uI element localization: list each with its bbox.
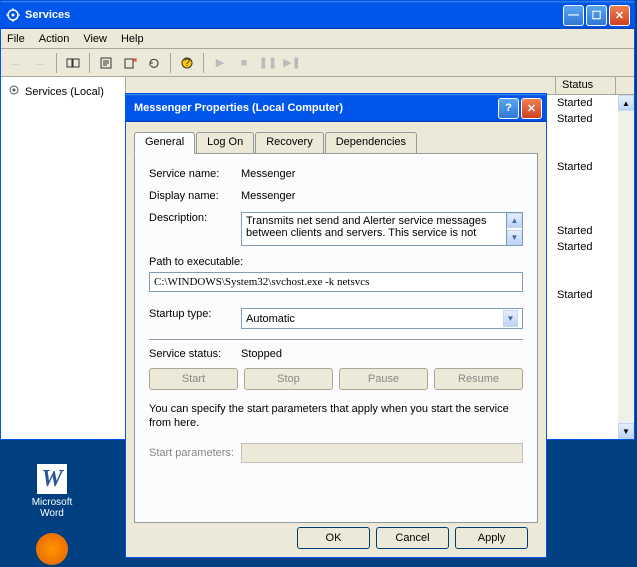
svg-text:?: ?	[184, 57, 190, 69]
back-button[interactable]: ←	[5, 52, 27, 74]
separator	[89, 53, 90, 73]
label-display-name: Display name:	[149, 190, 241, 202]
tab-recovery[interactable]: Recovery	[255, 132, 323, 153]
tree-pane: Services (Local)	[1, 77, 126, 439]
tool-show-hide[interactable]	[62, 52, 84, 74]
value-display-name: Messenger	[241, 190, 523, 202]
cancel-button[interactable]: Cancel	[376, 527, 449, 549]
chevron-down-icon: ▼	[503, 310, 518, 327]
scroll-track[interactable]	[618, 111, 634, 423]
tool-play[interactable]: ▶	[209, 52, 231, 74]
menu-action[interactable]: Action	[39, 33, 70, 45]
value-service-name: Messenger	[241, 168, 523, 180]
path-input[interactable]	[149, 272, 523, 292]
tab-logon[interactable]: Log On	[196, 132, 254, 153]
apply-button[interactable]: Apply	[455, 527, 528, 549]
firefox-icon	[36, 533, 68, 565]
stop-button[interactable]: Stop	[244, 368, 333, 390]
close-button[interactable]: ✕	[609, 5, 630, 26]
tab-content: Service name: Messenger Display name: Me…	[134, 153, 538, 523]
tool-export[interactable]	[119, 52, 141, 74]
forward-button[interactable]: →	[29, 52, 51, 74]
label-service-name: Service name:	[149, 168, 241, 180]
tool-restart[interactable]: ▶❚	[281, 52, 303, 74]
dialog-title: Messenger Properties (Local Computer)	[130, 102, 498, 114]
help-text: You can specify the start parameters tha…	[149, 402, 523, 431]
services-titlebar[interactable]: Services — ☐ ✕	[1, 1, 634, 29]
tool-stop[interactable]: ■	[233, 52, 255, 74]
scroll-down-icon[interactable]: ▼	[507, 230, 522, 245]
ok-button[interactable]: OK	[297, 527, 370, 549]
word-icon: W	[36, 463, 68, 495]
startup-type-select[interactable]: Automatic ▼	[241, 308, 523, 329]
scroll-up-icon[interactable]: ▲	[507, 213, 522, 228]
divider	[149, 339, 523, 340]
col-spacer	[126, 77, 556, 94]
resume-button[interactable]: Resume	[434, 368, 523, 390]
minimize-button[interactable]: —	[563, 5, 584, 26]
pause-button[interactable]: Pause	[339, 368, 428, 390]
menubar: File Action View Help	[1, 29, 634, 49]
tool-pause[interactable]: ❚❚	[257, 52, 279, 74]
label-path: Path to executable:	[149, 256, 523, 268]
value-service-status: Stopped	[241, 348, 523, 360]
separator	[203, 53, 204, 73]
description-scrollbar[interactable]: ▲ ▼	[507, 212, 523, 246]
tree-item-label: Services (Local)	[25, 86, 104, 98]
maximize-button[interactable]: ☐	[586, 5, 607, 26]
desktop-icon-label: Microsoft Word	[22, 497, 82, 519]
menu-file[interactable]: File	[7, 33, 25, 45]
desktop-icon-firefox[interactable]	[22, 533, 82, 567]
separator	[56, 53, 57, 73]
tabs: General Log On Recovery Dependencies	[134, 132, 538, 153]
services-title: Services	[25, 9, 563, 21]
vertical-scrollbar[interactable]: ▲ ▼	[618, 95, 634, 439]
label-startup-type: Startup type:	[149, 308, 241, 320]
dialog-titlebar[interactable]: Messenger Properties (Local Computer) ? …	[126, 94, 546, 122]
menu-help[interactable]: Help	[121, 33, 144, 45]
tab-dependencies[interactable]: Dependencies	[325, 132, 417, 153]
scroll-down-button[interactable]: ▼	[618, 423, 634, 439]
help-button[interactable]: ?	[498, 98, 519, 119]
tree-item-services-local[interactable]: Services (Local)	[5, 81, 121, 102]
tool-properties[interactable]	[95, 52, 117, 74]
label-start-parameters: Start parameters:	[149, 447, 241, 459]
description-box[interactable]: Transmits net send and Alerter service m…	[241, 212, 507, 246]
start-button[interactable]: Start	[149, 368, 238, 390]
col-status[interactable]: Status	[556, 77, 616, 94]
scroll-up-button[interactable]: ▲	[618, 95, 634, 111]
separator	[170, 53, 171, 73]
startup-type-value: Automatic	[246, 313, 295, 325]
desktop-icon-word[interactable]: W Microsoft Word	[22, 463, 82, 519]
services-icon	[5, 7, 21, 23]
label-description: Description:	[149, 212, 241, 224]
gear-icon	[7, 83, 21, 100]
tool-refresh[interactable]	[143, 52, 165, 74]
label-service-status: Service status:	[149, 348, 241, 360]
dialog-close-button[interactable]: ✕	[521, 98, 542, 119]
tool-help[interactable]: ?	[176, 52, 198, 74]
menu-view[interactable]: View	[83, 33, 107, 45]
toolbar: ← → ? ▶ ■ ❚❚ ▶❚	[1, 49, 634, 77]
properties-dialog: Messenger Properties (Local Computer) ? …	[125, 93, 547, 558]
start-parameters-input	[241, 443, 523, 463]
tab-general[interactable]: General	[134, 132, 195, 154]
